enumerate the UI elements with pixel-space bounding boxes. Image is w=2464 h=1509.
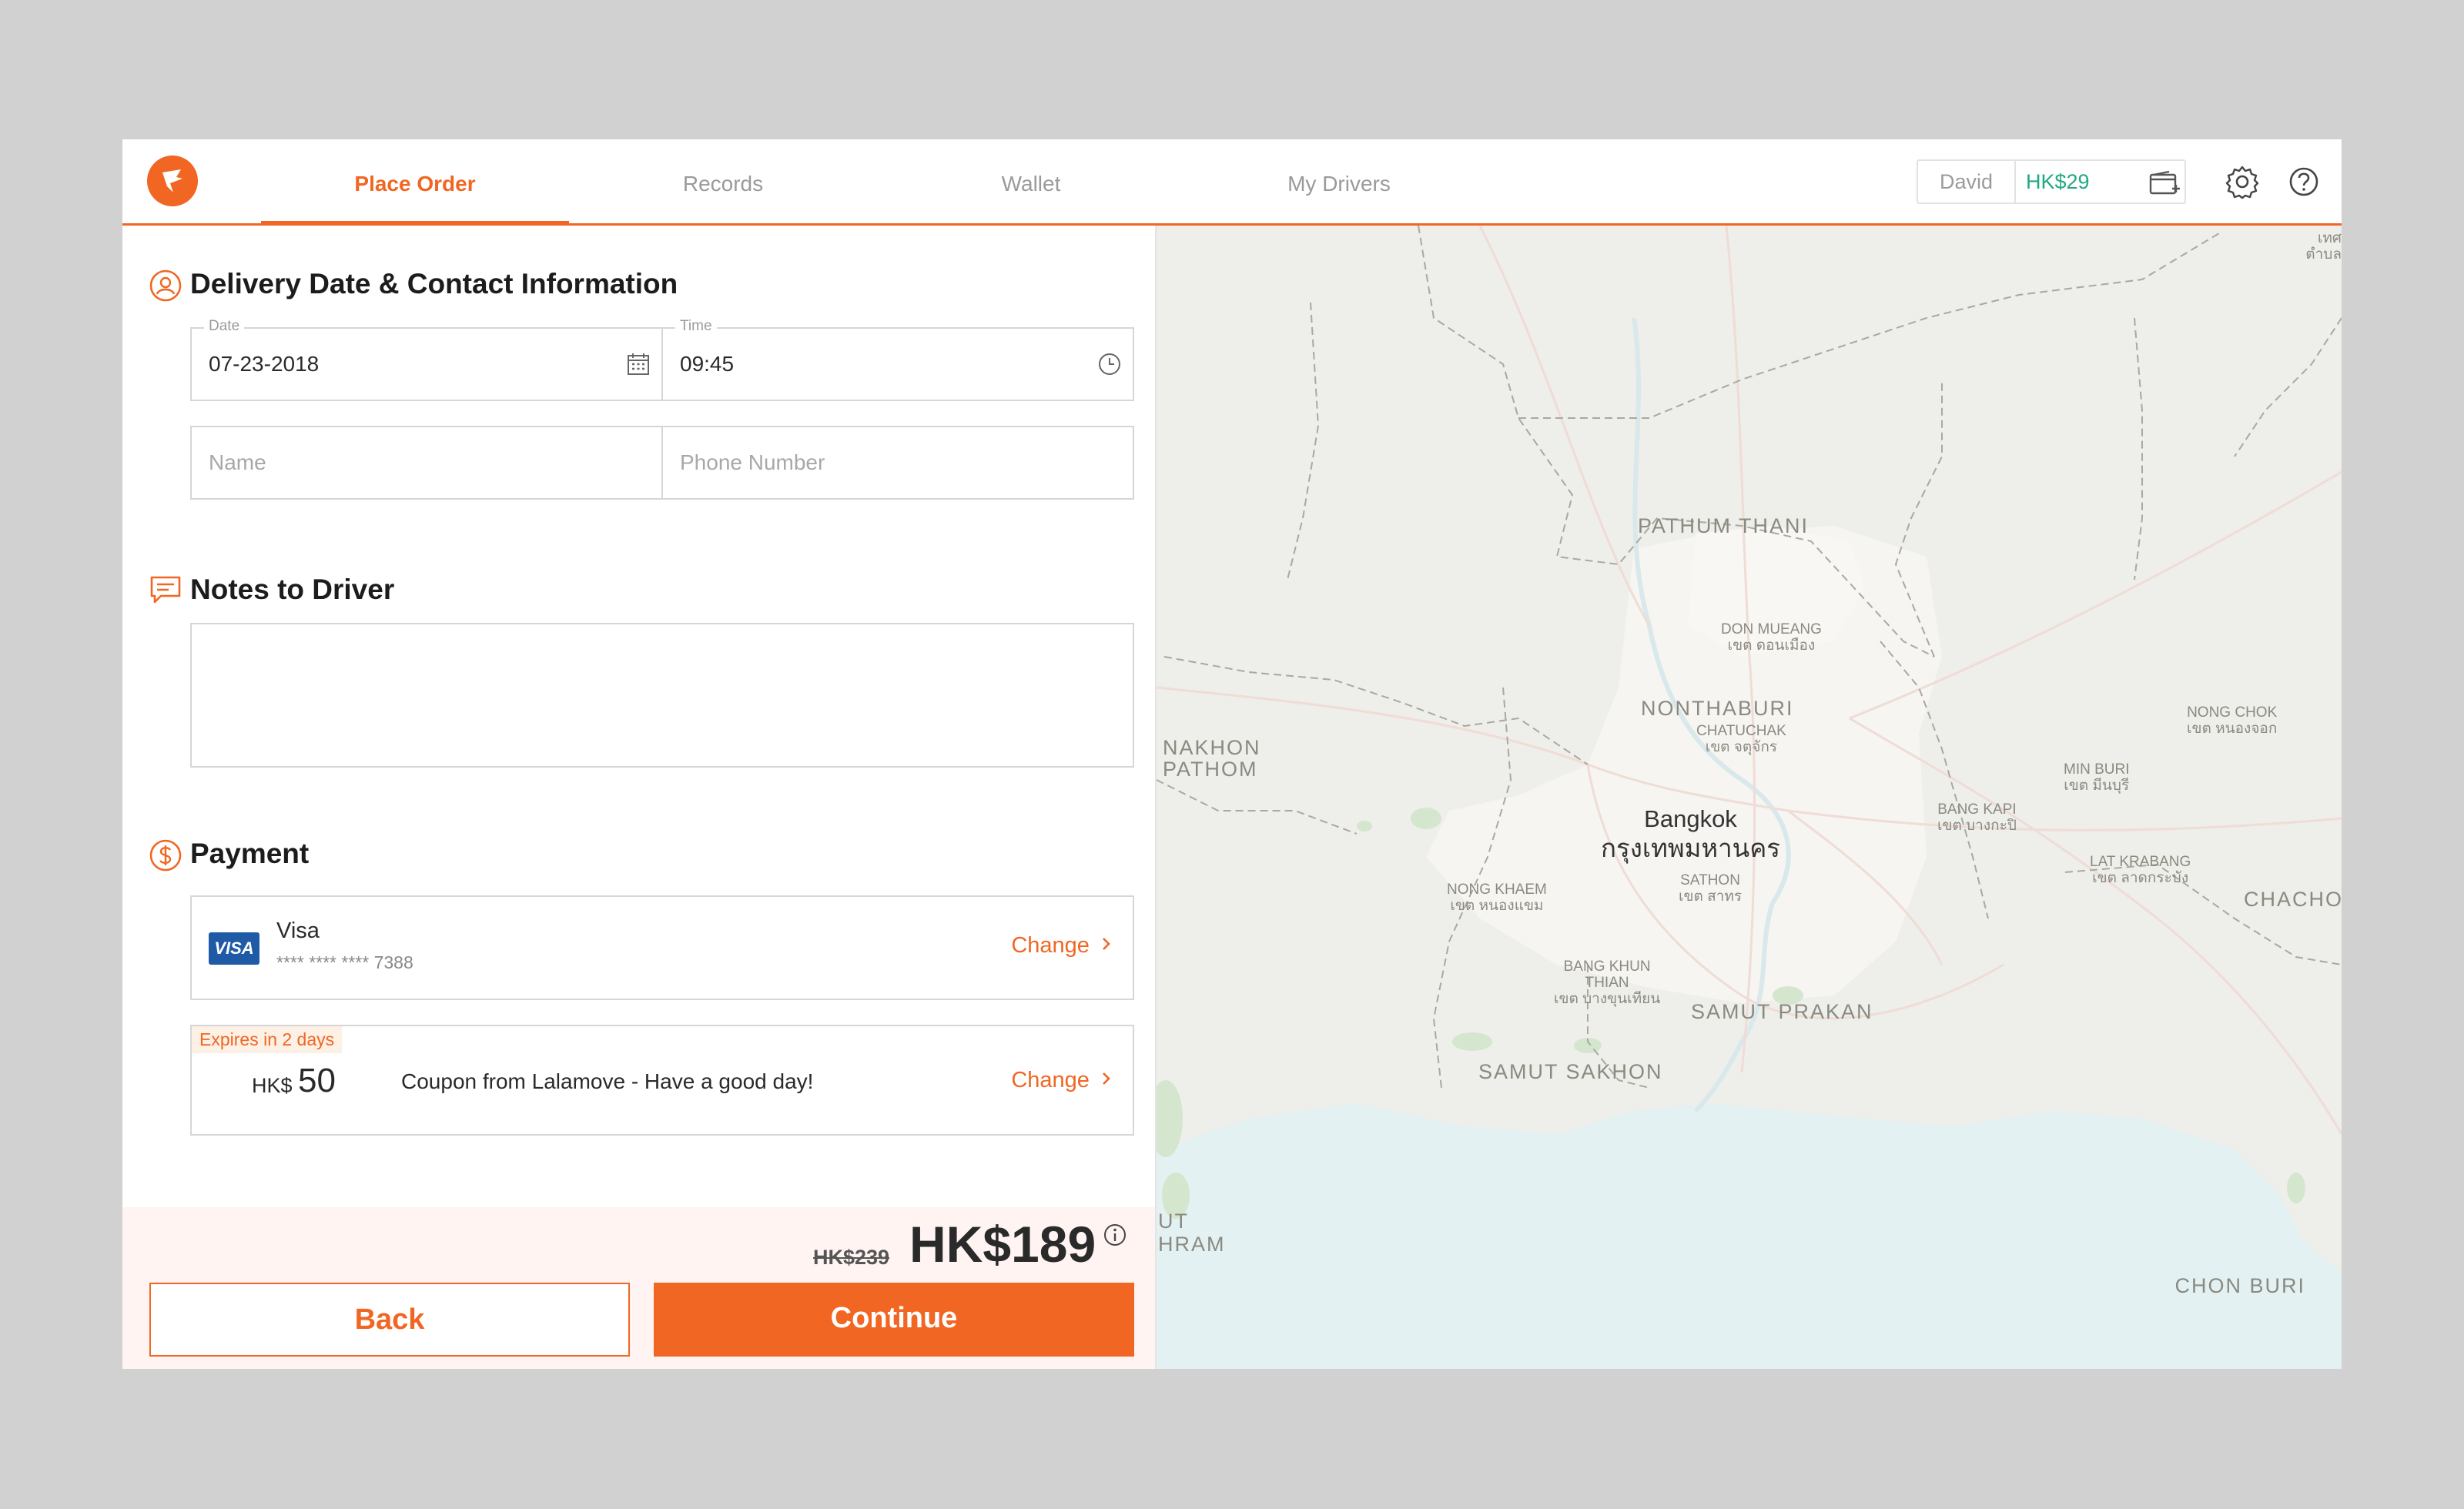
- coupon-description: Coupon from Lalamove - Have a good day!: [401, 1069, 814, 1093]
- coupon-amount: 50: [298, 1062, 336, 1099]
- map-label-nong-khaem-th: เขต หนองแขม: [1450, 898, 1544, 914]
- map-label-bang-khun-thian-en2: THIAN: [1585, 975, 1629, 991]
- payment-dollar-icon: [149, 839, 182, 872]
- map-label-bangkok: Bangkok กรุงเทพมหานคร: [1601, 805, 1780, 863]
- clock-icon[interactable]: [1097, 352, 1122, 376]
- chevron-right-icon: [1103, 1072, 1110, 1085]
- map-label-bangkok-en: Bangkok: [1644, 805, 1737, 832]
- price-info-icon[interactable]: [1103, 1223, 1127, 1247]
- order-form-panel: Delivery Date & Contact Information Date…: [122, 226, 1157, 1369]
- map-label-nakhon-pathom-line2: PATHOM: [1163, 758, 1258, 781]
- visa-logo: VISA: [209, 932, 259, 965]
- contact-person-icon: [149, 269, 182, 302]
- date-field[interactable]: Date 07-23-2018: [190, 318, 663, 401]
- map-label-bang-kapi: BANG KAPI เขต บางกะปิ: [1937, 801, 2017, 834]
- tab-place-order[interactable]: Place Order: [261, 139, 569, 226]
- notes-section-title: Notes to Driver: [190, 574, 395, 605]
- map-label-nakhon-pathom: NAKHON PATHOM: [1163, 737, 1261, 780]
- lalamove-logo-icon[interactable]: [147, 156, 198, 206]
- map-label-nonthaburi: NONTHABURI: [1641, 697, 1794, 720]
- map-label-chatuchak-th: เขต จตุจักร: [1705, 739, 1778, 755]
- map-label-ut: UT: [1158, 1210, 1189, 1233]
- name-placeholder: Name: [209, 450, 266, 474]
- map-canvas: [1157, 226, 2342, 1369]
- map-label-sathon: SATHON เขต สาทร: [1679, 872, 1742, 905]
- account-balance-box: David HK$29: [1917, 159, 2186, 204]
- app-window: Place Order Records Wallet My Drivers Da…: [122, 139, 2342, 1369]
- map-label-nong-khaem-en: NONG KHAEM: [1447, 882, 1547, 898]
- map-label-nong-chok-th: เขต หนองจอก: [2187, 721, 2278, 737]
- wallet-balance: HK$29: [2026, 170, 2090, 193]
- tab-wallet[interactable]: Wallet: [877, 139, 1185, 223]
- original-price: HK$239: [813, 1246, 890, 1269]
- phone-number-input[interactable]: Phone Number: [661, 426, 1134, 500]
- coupon-expiry-badge: Expires in 2 days: [192, 1026, 343, 1053]
- map-label-lat-krabang-th: เขต ลาดกระบัง: [2092, 870, 2189, 886]
- phone-placeholder: Phone Number: [680, 450, 825, 474]
- calendar-icon[interactable]: [626, 352, 651, 376]
- map-label-don-mueang-th: เขต ดอนเมือง: [1727, 637, 1816, 654]
- map-label-nakhon-pathom-line1: NAKHON: [1163, 736, 1261, 759]
- map-label-nong-khaem: NONG KHAEM เขต หนองแขม: [1447, 882, 1547, 914]
- map-label-pathum-thani: PATHUM THANI: [1638, 514, 1810, 537]
- map-label-don-mueang-en: DON MUEANG: [1721, 621, 1822, 637]
- payment-section-title: Payment: [190, 838, 310, 869]
- map-label-samut-sakhon: SAMUT SAKHON: [1478, 1060, 1663, 1083]
- continue-button[interactable]: Continue: [654, 1283, 1134, 1357]
- card-number: **** **** **** 7388: [276, 952, 413, 972]
- map-label-sathon-th: เขต สาทร: [1679, 888, 1743, 905]
- back-button[interactable]: Back: [149, 1283, 630, 1357]
- time-field[interactable]: Time 09:45: [661, 318, 1134, 401]
- map-label-don-mueang: DON MUEANG เขต ดอนเมือง: [1721, 621, 1822, 654]
- map-label-nong-chok-en: NONG CHOK: [2187, 704, 2278, 721]
- change-card-link[interactable]: Change: [1011, 933, 1113, 959]
- notes-message-icon: [150, 576, 181, 604]
- top-navigation-bar: Place Order Records Wallet My Drivers Da…: [122, 139, 2342, 226]
- date-value: 07-23-2018: [209, 352, 320, 376]
- time-value: 09:45: [680, 352, 735, 376]
- top-up-wallet-icon[interactable]: [2149, 170, 2180, 196]
- payment-card[interactable]: VISA Visa **** **** **** 7388 Change: [190, 895, 1134, 1000]
- notes-to-driver-textarea[interactable]: [190, 623, 1134, 768]
- map-label-min-buri-th: เขต มีนบุรี: [2064, 778, 2130, 794]
- map-label-hram: HRAM: [1158, 1233, 1226, 1256]
- map-label-bang-kapi-th: เขต บางกะปิ: [1937, 818, 2017, 834]
- card-brand-name: Visa: [276, 918, 320, 943]
- map-label-lat-krabang: LAT KRABANG เขต ลาดกระบัง: [2090, 854, 2191, 886]
- map-label-corner-1: เทศ: [2317, 230, 2342, 246]
- map-label-sathon-en: SATHON: [1680, 872, 1740, 888]
- user-name[interactable]: David: [1918, 161, 2016, 202]
- map-label-bang-khun-thian-en1: BANG KHUN: [1563, 959, 1651, 975]
- map-label-chon-buri: CHON BURI: [2174, 1274, 2305, 1297]
- map-label-chatuchak-en: CHATUCHAK: [1696, 723, 1786, 739]
- coupon-card[interactable]: Expires in 2 days HK$ 50 Coupon from Lal…: [190, 1025, 1134, 1136]
- map-label-bangkok-th: กรุงเทพมหานคร: [1601, 834, 1780, 862]
- map-label-bang-khun-thian: BANG KHUN THIAN เขต บางขุนเทียน: [1554, 959, 1660, 1007]
- change-coupon-label: Change: [1011, 1068, 1090, 1092]
- delivery-section-title: Delivery Date & Contact Information: [190, 268, 678, 299]
- tab-records[interactable]: Records: [569, 139, 877, 223]
- map-label-corner-2: ตำบล: [2305, 246, 2342, 263]
- map-label-bang-kapi-en: BANG KAPI: [1937, 801, 2017, 818]
- change-coupon-link[interactable]: Change: [1011, 1068, 1113, 1093]
- map-label-min-buri-en: MIN BURI: [2064, 761, 2130, 778]
- map-label-chacho: CHACHO: [2243, 888, 2342, 911]
- chevron-right-icon: [1103, 938, 1110, 950]
- name-input[interactable]: Name: [190, 426, 663, 500]
- map-label-lat-krabang-en: LAT KRABANG: [2090, 854, 2191, 870]
- map-label-bang-khun-thian-th: เขต บางขุนเทียน: [1554, 991, 1661, 1007]
- map-view[interactable]: PATHUM THANI DON MUEANG เขต ดอนเมือง NON…: [1157, 226, 2342, 1369]
- help-icon[interactable]: [2286, 164, 2322, 199]
- change-card-label: Change: [1011, 933, 1090, 958]
- map-label-nong-chok: NONG CHOK เขต หนองจอก: [2187, 704, 2277, 737]
- map-label-chatuchak: CHATUCHAK เขต จตุจักร: [1696, 723, 1786, 755]
- map-label-samut-prakan: SAMUT PRAKAN: [1691, 1000, 1873, 1023]
- coupon-currency: HK$: [252, 1074, 293, 1097]
- map-label-min-buri: MIN BURI เขต มีนบุรี: [2064, 761, 2130, 794]
- map-label-corner: เทศ ตำบล: [2305, 230, 2342, 263]
- map-label-ut-hram: UT HRAM: [1158, 1210, 1226, 1256]
- settings-gear-icon[interactable]: [2225, 164, 2260, 199]
- total-price: HK$189: [909, 1216, 1096, 1273]
- tab-my-drivers[interactable]: My Drivers: [1185, 139, 1493, 223]
